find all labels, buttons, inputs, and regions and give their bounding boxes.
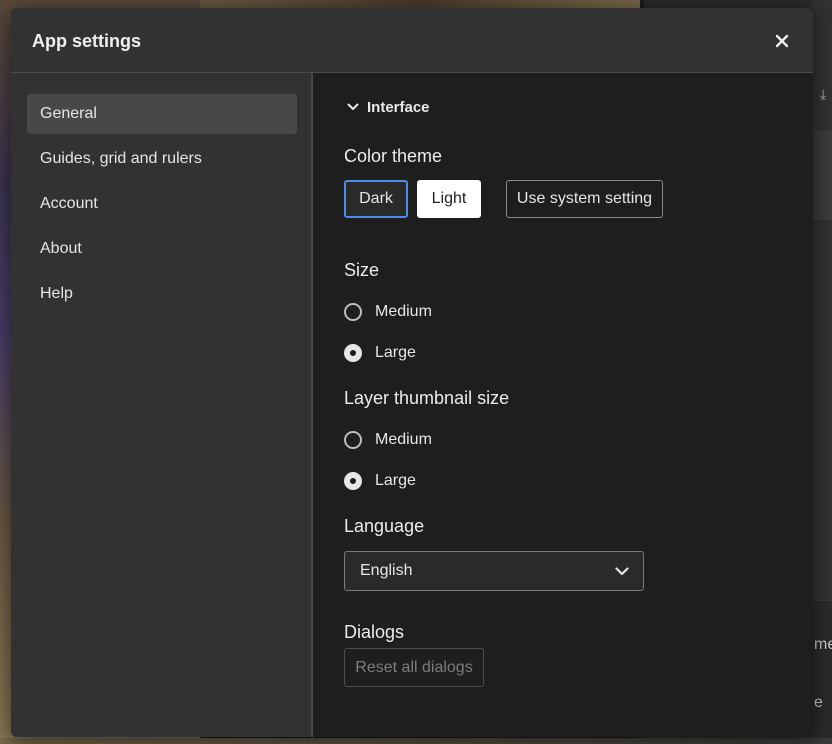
background-right-selected-item bbox=[812, 130, 832, 220]
radio-checked-icon bbox=[344, 472, 362, 490]
sidebar-item-general[interactable]: General bbox=[27, 94, 297, 134]
size-medium-radio[interactable]: Medium bbox=[344, 301, 432, 323]
sidebar-item-label: Help bbox=[40, 285, 73, 302]
dialog-title: App settings bbox=[32, 31, 142, 51]
background-panel-icon: ⤓ bbox=[820, 86, 827, 102]
dialogs-heading: Dialogs bbox=[344, 622, 405, 642]
background-bottom-edge bbox=[0, 738, 832, 744]
radio-icon bbox=[344, 303, 362, 321]
language-value: English bbox=[360, 562, 413, 579]
background-panel-text: me bbox=[814, 636, 832, 653]
sidebar-item-label: About bbox=[40, 240, 82, 257]
size-large-radio[interactable]: Large bbox=[344, 342, 416, 364]
size-heading: Size bbox=[344, 260, 380, 280]
sidebar-item-label: General bbox=[40, 105, 97, 122]
color-theme-heading: Color theme bbox=[344, 146, 443, 166]
sidebar-item-label: Account bbox=[40, 195, 98, 212]
radio-label: Large bbox=[375, 344, 416, 361]
radio-icon bbox=[344, 431, 362, 449]
settings-sidebar: General Guides, grid and rulers Account … bbox=[11, 73, 313, 737]
close-icon bbox=[775, 34, 789, 48]
close-button[interactable] bbox=[769, 28, 795, 54]
language-heading: Language bbox=[344, 516, 425, 536]
thumbnail-medium-radio[interactable]: Medium bbox=[344, 429, 432, 451]
sidebar-item-about[interactable]: About bbox=[27, 229, 297, 269]
theme-light-button[interactable]: Light bbox=[417, 180, 481, 218]
sidebar-item-account[interactable]: Account bbox=[27, 184, 297, 224]
theme-dark-button[interactable]: Dark bbox=[344, 180, 408, 218]
radio-label: Large bbox=[375, 472, 416, 489]
chevron-down-icon bbox=[615, 566, 629, 575]
section-title: Interface bbox=[367, 98, 430, 116]
language-select[interactable]: English bbox=[344, 551, 644, 591]
radio-label: Medium bbox=[375, 431, 432, 448]
theme-system-button[interactable]: Use system setting bbox=[506, 180, 663, 218]
sidebar-item-label: Guides, grid and rulers bbox=[40, 150, 202, 167]
sidebar-item-help[interactable]: Help bbox=[27, 274, 297, 314]
background-panel-text: e bbox=[814, 694, 823, 711]
sidebar-item-guides-grid-rulers[interactable]: Guides, grid and rulers bbox=[27, 139, 297, 179]
app-settings-dialog: App settings General Guides, grid and ru… bbox=[11, 8, 813, 737]
layer-thumbnail-size-heading: Layer thumbnail size bbox=[344, 388, 510, 408]
thumbnail-large-radio[interactable]: Large bbox=[344, 470, 416, 492]
settings-content: Interface Color theme Dark Light Use sys… bbox=[313, 73, 813, 737]
radio-label: Medium bbox=[375, 303, 432, 320]
radio-checked-icon bbox=[344, 344, 362, 362]
interface-section-toggle[interactable]: Interface bbox=[347, 97, 430, 117]
background-right-bottom-panel bbox=[812, 600, 832, 744]
dialog-header: App settings bbox=[11, 8, 813, 73]
reset-all-dialogs-button[interactable]: Reset all dialogs bbox=[344, 648, 484, 687]
chevron-down-icon bbox=[347, 103, 359, 110]
